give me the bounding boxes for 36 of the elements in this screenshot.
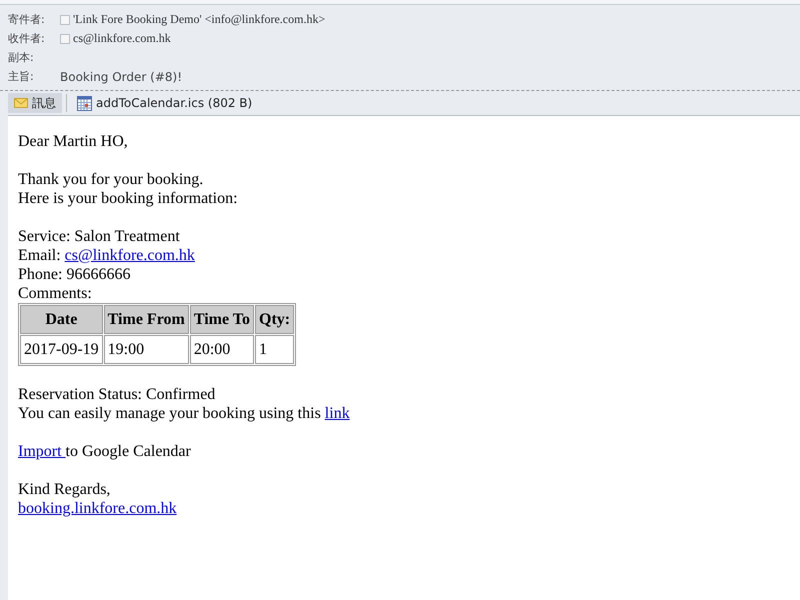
- link[interactable]: Import: [18, 443, 66, 460]
- link[interactable]: link: [324, 405, 350, 422]
- message-line: Dear Martin HO,: [18, 132, 129, 151]
- message-line: Thank you for your booking.: [18, 170, 204, 189]
- message-tab[interactable]: 訊息: [8, 93, 62, 113]
- subject-text: Booking Order (#8)!: [60, 70, 182, 84]
- envelope-icon: [14, 98, 28, 108]
- table-cell: 20:00: [190, 335, 254, 364]
- link[interactable]: cs@linkfore.com.hk: [64, 247, 195, 264]
- message-line: Here is your booking information:: [18, 189, 239, 208]
- message-line: Kind Regards,: [18, 480, 112, 499]
- contact-checkbox[interactable]: [60, 14, 70, 24]
- table-cell: 19:00: [104, 335, 189, 364]
- message-line: Import to Google Calendar: [18, 442, 192, 461]
- link[interactable]: booking.linkfore.com.hk: [18, 500, 177, 517]
- contact-checkbox[interactable]: [60, 34, 70, 44]
- field-label: 寄件者:: [8, 12, 46, 27]
- message-line: Phone: 96666666: [18, 265, 132, 284]
- message-line: Reservation Status: Confirmed: [18, 385, 216, 404]
- message-line: Comments:: [18, 284, 93, 303]
- attachment-tab[interactable]: addToCalendar.ics (802 B): [71, 93, 258, 113]
- message-line: Email: cs@linkfore.com.hk: [18, 246, 196, 265]
- calendar-icon: [77, 96, 92, 110]
- column-header: Date: [20, 305, 103, 334]
- message-line: You can easily manage your booking using this link: [18, 404, 351, 423]
- contact-name[interactable]: cs@linkfore.com.hk: [73, 31, 171, 46]
- field-label: 主旨:: [8, 69, 35, 84]
- message-line: Service: Salon Treatment: [18, 227, 181, 246]
- column-header: Time From: [104, 305, 189, 334]
- field-label: 收件者:: [8, 31, 46, 46]
- column-header: Qty:: [255, 305, 294, 334]
- contact-name[interactable]: 'Link Fore Booking Demo' <info@linkfore.com.hk>: [73, 12, 326, 27]
- column-header: Time To: [190, 305, 254, 334]
- table-cell: 1: [255, 335, 294, 364]
- field-label: 副本:: [8, 50, 35, 65]
- table-cell: 2017-09-19: [20, 335, 103, 364]
